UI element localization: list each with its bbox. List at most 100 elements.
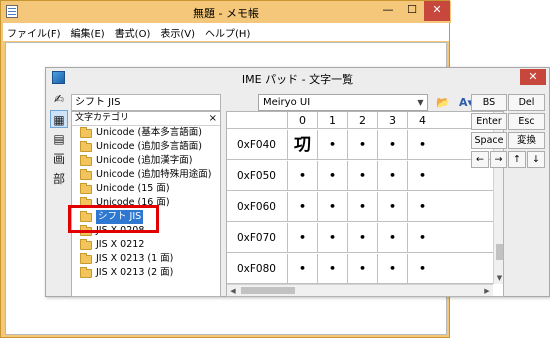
folder-icon [80, 168, 92, 180]
category-item[interactable]: Unicode (追加多言語面) [72, 140, 220, 154]
char-cell[interactable]: • [377, 161, 407, 191]
arrow-down-button[interactable]: ↓ [527, 151, 545, 168]
minimize-button[interactable]: — [376, 1, 400, 21]
folder-icon [80, 182, 92, 194]
ime-tool-strip: ✍ ▦ ▤ 画 部 [50, 90, 70, 210]
char-cell[interactable]: • [377, 223, 407, 253]
category-panel-close-icon[interactable]: × [209, 112, 217, 125]
grid-row: 0xF080 • • • • • [227, 254, 493, 284]
char-cell[interactable]: • [377, 254, 407, 284]
char-cell[interactable]: • [317, 223, 347, 253]
char-cell[interactable]: • [407, 223, 437, 253]
category-label: Unicode (追加特殊用途面) [96, 169, 212, 180]
highlight-annotation-box [68, 205, 159, 233]
menu-edit[interactable]: 編集(E) [71, 25, 105, 40]
folder-icon [80, 238, 92, 250]
enter-button[interactable]: Enter [471, 113, 507, 130]
radical-tool-icon[interactable]: 部 [50, 170, 68, 188]
scroll-left-icon[interactable]: ◀ [227, 285, 239, 296]
menu-view[interactable]: 表示(V) [160, 25, 195, 40]
category-item[interactable]: Unicode (15 面) [72, 182, 220, 196]
char-cell[interactable]: • [347, 161, 377, 191]
scroll-thumb[interactable] [496, 244, 503, 260]
grid-row: 0xF040 㓛 • • • • [227, 130, 493, 160]
folder-icon [80, 266, 92, 278]
arrow-left-button[interactable]: ← [471, 151, 489, 168]
category-label: Unicode (15 面) [96, 183, 170, 194]
font-selector[interactable]: Meiryo UI ▼ [258, 94, 428, 111]
category-item[interactable]: JIS X 0213 (1 面) [72, 252, 220, 266]
escape-button[interactable]: Esc [508, 113, 545, 130]
folder-icon [80, 126, 92, 138]
char-cell[interactable]: • [287, 161, 317, 191]
delete-button[interactable]: Del [508, 94, 545, 111]
grid-row: 0xF060 • • • • • [227, 192, 493, 222]
horizontal-scrollbar[interactable]: ◀ ▶ [227, 284, 493, 296]
char-cell[interactable]: • [347, 130, 377, 160]
open-folder-icon[interactable]: 📂 [434, 94, 452, 111]
char-cell[interactable]: • [407, 130, 437, 160]
char-cell[interactable]: • [317, 130, 347, 160]
column-header: 3 [377, 112, 407, 129]
category-item[interactable]: Unicode (基本多言語面) [72, 126, 220, 140]
char-cell[interactable]: • [317, 254, 347, 284]
close-button[interactable]: ✕ [424, 1, 450, 21]
char-cell[interactable]: • [407, 254, 437, 284]
folder-icon [80, 252, 92, 264]
space-button[interactable]: Space [471, 132, 507, 149]
char-cell[interactable]: • [377, 130, 407, 160]
column-header: 4 [407, 112, 437, 129]
menu-format[interactable]: 書式(O) [115, 25, 151, 40]
column-header: 0 [287, 112, 317, 129]
menu-file[interactable]: ファイル(F) [7, 25, 61, 40]
row-code: 0xF060 [237, 201, 276, 213]
category-label: Unicode (追加漢字面) [96, 155, 193, 166]
ime-title-bar[interactable]: IME パッド - 文字一覧 ✕ [46, 68, 549, 88]
char-cell[interactable]: • [347, 254, 377, 284]
arrow-right-button[interactable]: → [490, 151, 507, 168]
folder-icon [80, 154, 92, 166]
char-cell[interactable]: • [287, 192, 317, 222]
char-cell[interactable]: • [347, 223, 377, 253]
scroll-right-icon[interactable]: ▶ [481, 285, 493, 296]
category-item[interactable]: Unicode (追加漢字面) [72, 154, 220, 168]
char-cell[interactable]: • [407, 192, 437, 222]
chevron-down-icon[interactable]: ▼ [414, 95, 427, 110]
category-item[interactable]: JIS X 0213 (2 面) [72, 266, 220, 280]
folder-icon [80, 140, 92, 152]
stroke-count-tool-icon[interactable]: 画 [50, 150, 68, 168]
category-panel-title: 文字カテゴリ [75, 113, 130, 123]
maximize-button[interactable]: ☐ [400, 1, 424, 21]
ime-title: IME パッド - 文字一覧 [241, 73, 354, 86]
character-list-tool-icon[interactable]: ▦ [50, 110, 68, 128]
row-code: 0xF070 [237, 232, 276, 244]
backspace-button[interactable]: BS [471, 94, 507, 111]
char-cell[interactable]: • [287, 254, 317, 284]
scroll-down-icon[interactable]: ▼ [494, 272, 503, 284]
menu-help[interactable]: ヘルプ(H) [205, 25, 250, 40]
category-label: JIS X 0213 (2 面) [96, 267, 174, 278]
font-name: Meiryo UI [263, 97, 311, 108]
ime-close-button[interactable]: ✕ [520, 69, 546, 85]
category-panel: 文字カテゴリ × Unicode (基本多言語面) Unicode (追加多言語… [71, 111, 221, 297]
category-item[interactable]: Unicode (追加特殊用途面) [72, 168, 220, 182]
category-label: Unicode (基本多言語面) [96, 127, 202, 138]
notepad-menubar: ファイル(F) 編集(E) 書式(O) 表示(V) ヘルプ(H) [3, 23, 449, 41]
soft-keyboard-tool-icon[interactable]: ▤ [50, 130, 68, 148]
category-item[interactable]: JIS X 0212 [72, 238, 220, 252]
char-cell[interactable]: • [287, 223, 317, 253]
notepad-title-bar[interactable]: 無題 - メモ帳 — ☐ ✕ [1, 1, 451, 23]
arrow-up-button[interactable]: ↑ [508, 151, 526, 168]
row-code: 0xF050 [237, 170, 276, 182]
char-cell[interactable]: 㓛 [287, 130, 317, 160]
handwriting-tool-icon[interactable]: ✍ [50, 90, 68, 108]
char-cell[interactable]: • [407, 161, 437, 191]
char-cell[interactable]: • [377, 192, 407, 222]
scroll-thumb[interactable] [241, 287, 295, 294]
char-cell[interactable]: • [317, 192, 347, 222]
char-cell[interactable]: • [317, 161, 347, 191]
convert-button[interactable]: 変換 [508, 132, 545, 149]
char-cell[interactable]: • [347, 192, 377, 222]
column-header: 1 [317, 112, 347, 129]
row-code: 0xF080 [237, 263, 276, 275]
